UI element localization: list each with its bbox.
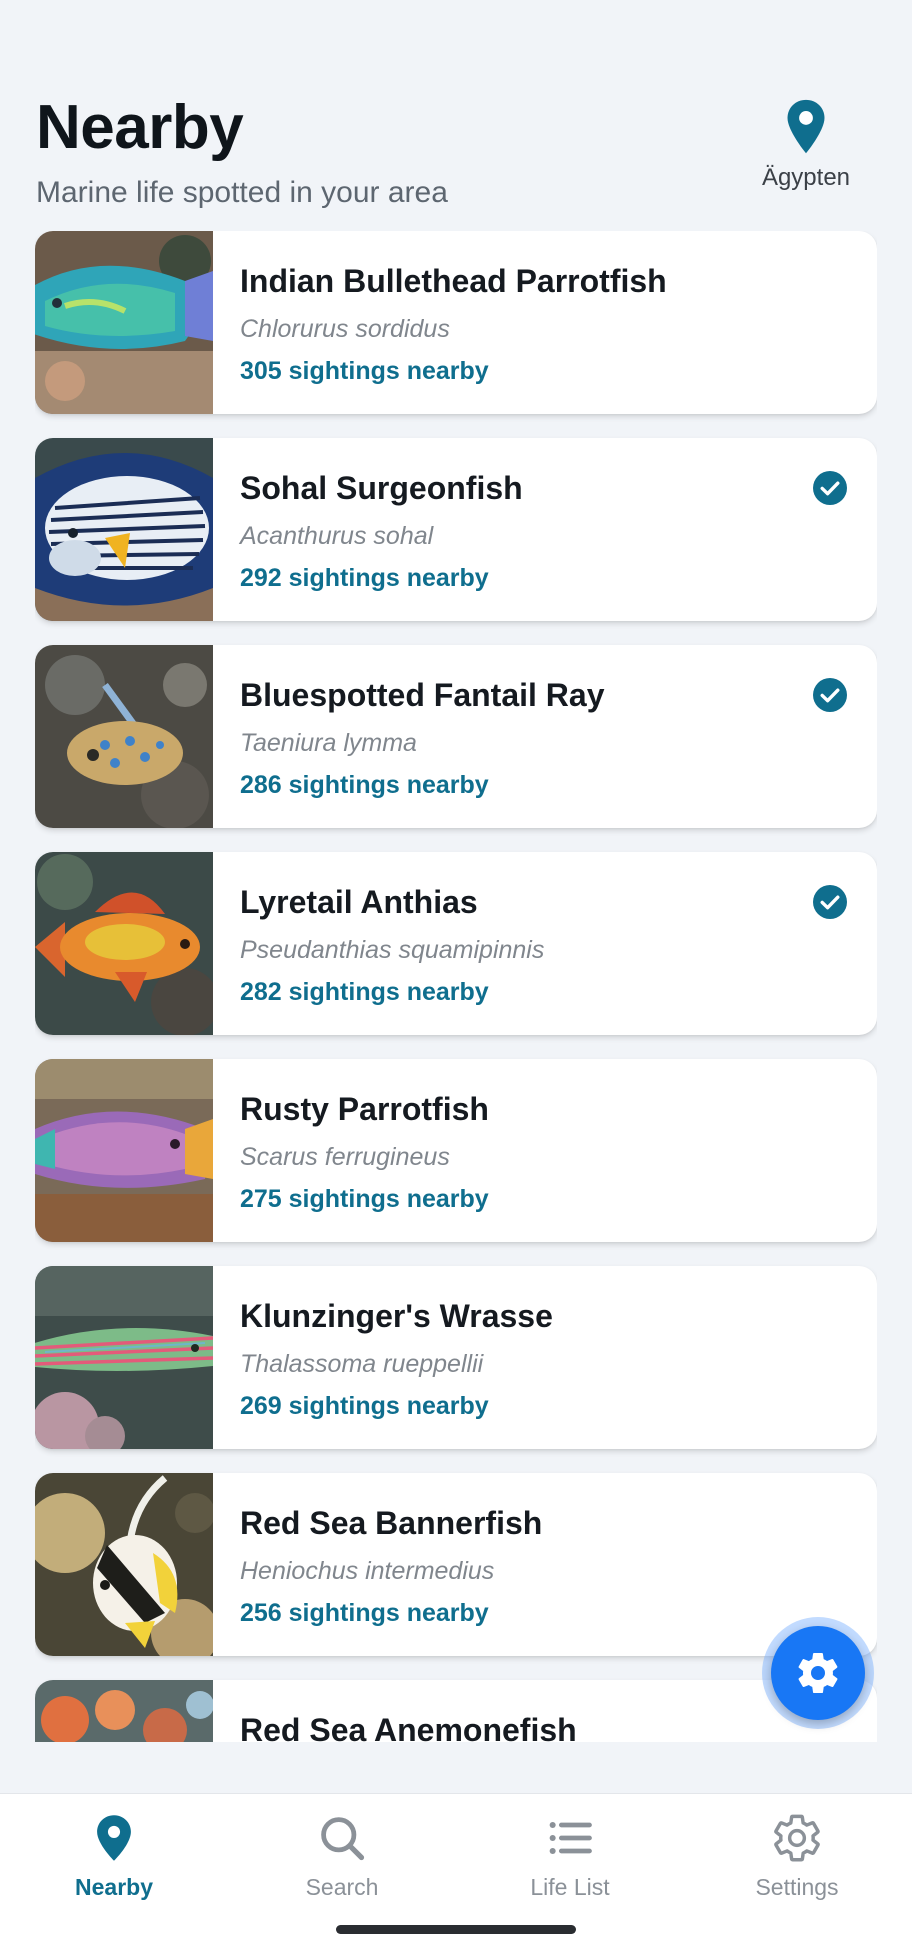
life-list-check-icon — [813, 678, 847, 712]
species-photo — [35, 1473, 213, 1656]
species-photo — [35, 645, 213, 828]
species-photo — [35, 1266, 213, 1449]
species-photo — [35, 1680, 213, 1742]
sightings-count: 282 sightings nearby — [240, 978, 489, 1006]
species-card[interactable]: Sohal Surgeonfish Acanthurus sohal 292 s… — [35, 438, 877, 621]
gear-icon — [774, 1814, 820, 1862]
nav-label-settings: Settings — [755, 1874, 839, 1900]
species-card[interactable]: Rusty Parrotfish Scarus ferrugineus 275 … — [35, 1059, 877, 1242]
species-common-name: Rusty Parrotfish — [240, 1091, 489, 1127]
nav-item-life-list[interactable]: Life List — [490, 1812, 650, 1901]
species-common-name: Red Sea Bannerfish — [240, 1505, 543, 1541]
species-common-name: Indian Bullethead Parrotfish — [240, 263, 667, 299]
species-card[interactable]: Red Sea Bannerfish Heniochus intermedius… — [35, 1473, 877, 1656]
species-card[interactable]: Klunzinger's Wrasse Thalassoma rueppelli… — [35, 1266, 877, 1449]
sightings-count: 275 sightings nearby — [240, 1185, 489, 1213]
nav-item-nearby[interactable]: Nearby — [34, 1812, 194, 1901]
species-card[interactable]: Red Sea Anemonefish — [35, 1680, 877, 1742]
sightings-count: 256 sightings nearby — [240, 1599, 489, 1627]
species-scientific-name: Chlorurus sordidus — [240, 315, 450, 343]
species-common-name: Red Sea Anemonefish — [240, 1712, 577, 1742]
species-card[interactable]: Lyretail Anthias Pseudanthias squamipinn… — [35, 852, 877, 1035]
life-list-check-icon — [813, 471, 847, 505]
home-indicator[interactable] — [336, 1925, 576, 1934]
nav-item-search[interactable]: Search — [262, 1812, 422, 1901]
species-common-name: Sohal Surgeonfish — [240, 470, 523, 506]
species-photo — [35, 231, 213, 414]
species-scientific-name: Pseudanthias squamipinnis — [240, 936, 545, 964]
sightings-count: 305 sightings nearby — [240, 357, 489, 385]
location-button[interactable]: Ägypten — [736, 98, 876, 192]
species-card[interactable]: Bluespotted Fantail Ray Taeniura lymma 2… — [35, 645, 877, 828]
sightings-count: 286 sightings nearby — [240, 771, 489, 799]
species-scientific-name: Acanthurus sohal — [240, 522, 434, 550]
species-photo — [35, 1059, 213, 1242]
nearby-screen: Nearby Marine life spotted in your area … — [0, 0, 912, 1957]
species-list[interactable]: Indian Bullethead Parrotfish Chlorurus s… — [35, 231, 877, 1742]
species-scientific-name: Heniochus intermedius — [240, 1557, 495, 1585]
species-common-name: Lyretail Anthias — [240, 884, 478, 920]
species-card[interactable]: Indian Bullethead Parrotfish Chlorurus s… — [35, 231, 877, 414]
sightings-count: 269 sightings nearby — [240, 1392, 489, 1420]
map-pin-icon — [97, 1815, 131, 1861]
species-photo — [35, 438, 213, 621]
nav-label-life-list: Life List — [530, 1874, 610, 1900]
map-pin-icon — [787, 99, 825, 154]
species-scientific-name: Taeniura lymma — [240, 729, 417, 757]
nav-label-nearby: Nearby — [75, 1874, 153, 1900]
list-icon — [549, 1821, 592, 1855]
gear-icon — [798, 1653, 838, 1694]
settings-fab-button[interactable] — [771, 1626, 865, 1720]
page-title: Nearby — [36, 93, 244, 162]
species-common-name: Bluespotted Fantail Ray — [240, 677, 605, 713]
sightings-count: 292 sightings nearby — [240, 564, 489, 592]
life-list-check-icon — [813, 885, 847, 919]
species-photo — [35, 852, 213, 1035]
page-subtitle: Marine life spotted in your area — [36, 176, 448, 209]
species-common-name: Klunzinger's Wrasse — [240, 1298, 553, 1334]
location-label: Ägypten — [761, 164, 851, 191]
species-scientific-name: Thalassoma rueppellii — [240, 1350, 484, 1378]
species-scientific-name: Scarus ferrugineus — [240, 1143, 450, 1171]
search-icon — [321, 1817, 365, 1861]
header: Nearby Marine life spotted in your area … — [0, 0, 912, 226]
nav-label-search: Search — [305, 1874, 379, 1900]
nav-item-settings[interactable]: Settings — [717, 1812, 877, 1901]
